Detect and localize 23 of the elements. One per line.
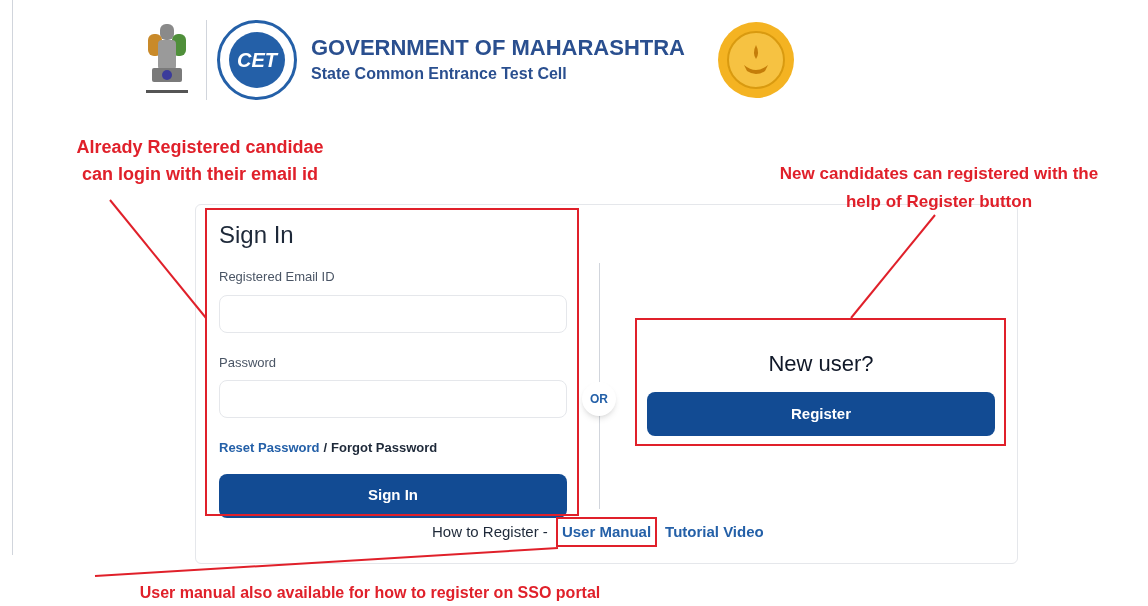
user-manual-link[interactable]: User Manual	[561, 520, 652, 544]
sign-in-button[interactable]: Sign In	[219, 473, 567, 518]
site-subtitle: State Common Entrance Test Cell	[311, 63, 568, 84]
cet-logo: CET	[217, 20, 297, 100]
tutorial-video-link[interactable]: Tutorial Video	[665, 520, 764, 544]
annotation-text: help of Register button	[844, 191, 1033, 213]
field-label: Registered Email ID	[219, 268, 336, 286]
separator-text: /	[323, 439, 328, 457]
how-to-register-text: How to Register -	[432, 521, 548, 542]
state-seal-icon	[717, 21, 795, 99]
register-button[interactable]: Register	[647, 392, 995, 436]
forgot-password-link[interactable]: Forgot Password	[331, 438, 438, 458]
new-user-heading: New user?	[767, 350, 875, 378]
annotation-text: New candidates can registered with the	[778, 163, 1100, 185]
annotation-text: can login with their email id	[81, 163, 319, 186]
site-title: GOVERNMENT OF MAHARASHTRA	[311, 34, 686, 62]
email-input[interactable]	[219, 294, 567, 333]
annotation-text: User manual also available for how to register on SSO portal	[138, 583, 602, 603]
reset-password-link[interactable]: Reset Password	[219, 438, 320, 458]
annotation-text: Already Registered candidae	[75, 136, 325, 159]
field-label: Password	[219, 353, 278, 372]
password-input[interactable]	[219, 380, 567, 418]
sign-in-heading: Sign In	[219, 223, 295, 247]
